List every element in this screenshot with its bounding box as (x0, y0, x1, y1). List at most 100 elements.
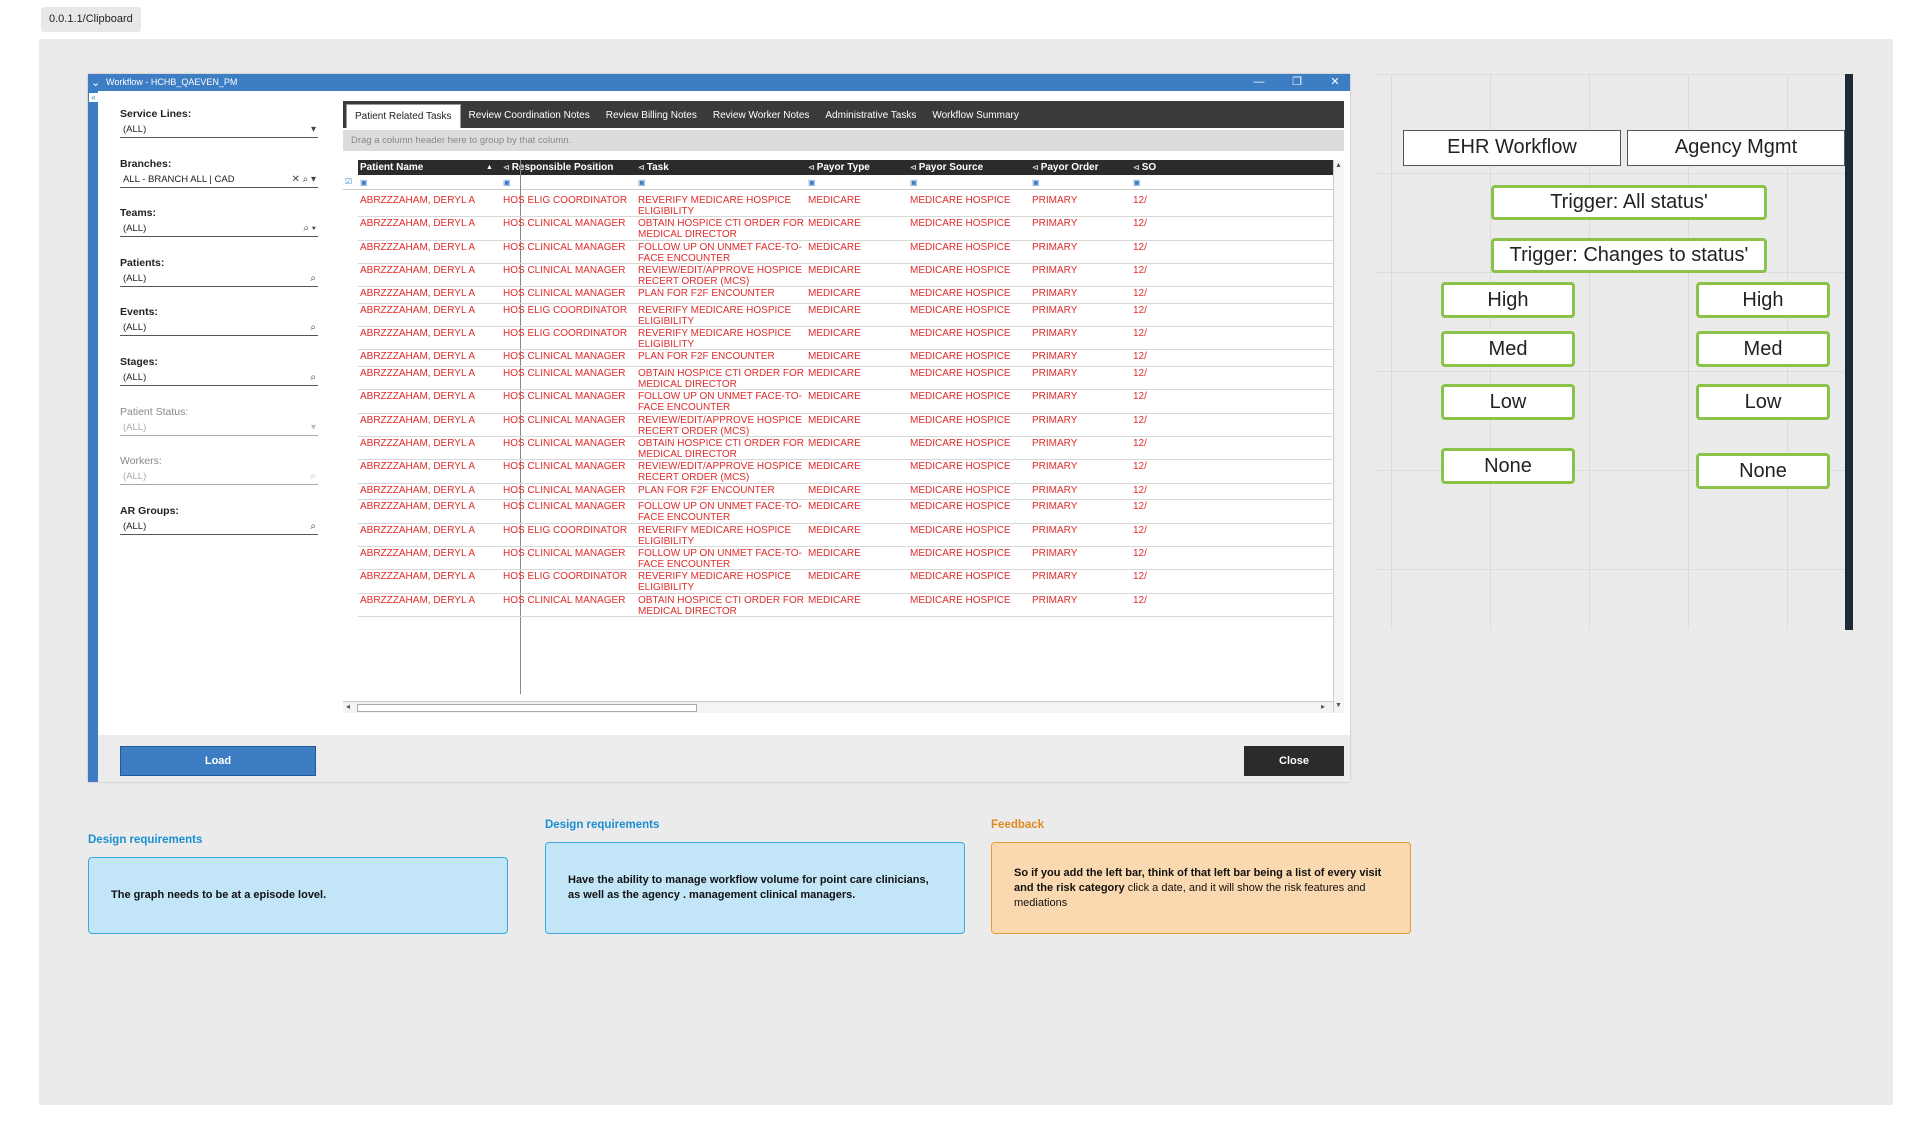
left-med-box[interactable]: Med (1441, 331, 1575, 367)
right-none-box[interactable]: None (1696, 453, 1830, 489)
table-cell: ABRZZZAHAM, DERYL A (360, 218, 476, 230)
pin-icon[interactable]: ⊲ (910, 163, 917, 172)
table-row[interactable]: ABRZZZAHAM, DERYL A HOS ELIG COORDINATOR R… (358, 194, 1333, 218)
column-filter-icon[interactable]: ▣ (638, 178, 646, 187)
load-button[interactable]: Load (120, 746, 316, 776)
filter-label: Branches: (120, 157, 172, 170)
table-cell: PRIMARY (1032, 351, 1078, 363)
column-header[interactable]: ⊲ Payor Order (1032, 160, 1099, 175)
minimize-button[interactable]: — (1250, 74, 1268, 91)
table-row[interactable]: ABRZZZAHAM, DERYL A HOS CLINICAL MANAGER P… (358, 484, 1333, 501)
scroll-right-icon[interactable]: ▸ (1321, 702, 1325, 711)
sort-ascending-icon[interactable]: ▲ (486, 160, 493, 175)
tab-4[interactable]: Administrative Tasks (817, 104, 924, 128)
left-none-box[interactable]: None (1441, 448, 1575, 484)
filter-tools-icon[interactable]: ⌕ (310, 271, 316, 287)
column-filter-icon[interactable]: ▣ (360, 178, 368, 187)
horizontal-scrollbar[interactable]: ◂ ▸ (343, 701, 1333, 713)
table-row[interactable]: ABRZZZAHAM, DERYL A HOS CLINICAL MANAGER O… (358, 367, 1333, 391)
table-row[interactable]: ABRZZZAHAM, DERYL A HOS CLINICAL MANAGER O… (358, 437, 1333, 461)
table-row[interactable]: ABRZZZAHAM, DERYL A HOS CLINICAL MANAGER O… (358, 594, 1333, 617)
table-row[interactable]: ABRZZZAHAM, DERYL A HOS CLINICAL MANAGER P… (358, 350, 1333, 368)
filter-tools-icon[interactable]: ⌕ (310, 320, 316, 336)
tab-5[interactable]: Workflow Summary (924, 104, 1027, 128)
tab-2[interactable]: Review Billing Notes (598, 104, 705, 128)
tab-0[interactable]: Patient Related Tasks (346, 104, 461, 128)
filter-tools-icon[interactable]: ⌕ (310, 519, 316, 535)
column-header[interactable]: ⊲ Task (638, 160, 669, 175)
right-low-box[interactable]: Low (1696, 384, 1830, 420)
scroll-left-icon[interactable]: ◂ (346, 702, 350, 711)
right-med-box[interactable]: Med (1696, 331, 1830, 367)
filter-tools-icon[interactable]: ✕ ⌕ ▾ (291, 172, 316, 188)
column-filter-icon[interactable]: ▣ (1032, 178, 1040, 187)
window-close-button[interactable]: ✕ (1326, 74, 1344, 91)
pin-icon[interactable]: ⊲ (503, 163, 510, 172)
filter-field[interactable]: (ALL) ⌕ ▾ (120, 221, 318, 238)
left-low-box[interactable]: Low (1441, 384, 1575, 420)
sticky-note-1[interactable]: The graph needs to be at a episode lovel… (88, 857, 508, 934)
table-row[interactable]: ABRZZZAHAM, DERYL A HOS CLINICAL MANAGER P… (358, 287, 1333, 304)
filter-field[interactable]: (ALL) ⌕ (120, 271, 318, 287)
table-row[interactable]: ABRZZZAHAM, DERYL A HOS ELIG COORDINATOR R… (358, 524, 1333, 547)
restore-button[interactable]: ❐ (1288, 74, 1306, 91)
filter-tools-icon[interactable]: ⌕ ▾ (303, 221, 316, 237)
filter-field[interactable]: (ALL) ⌕ (120, 320, 318, 337)
agency-mgmt-box[interactable]: Agency Mgmt (1627, 130, 1845, 166)
tab-3[interactable]: Review Worker Notes (705, 104, 818, 128)
sticky-note-2[interactable]: Have the ability to manage workflow volu… (545, 842, 965, 934)
table-row[interactable]: ABRZZZAHAM, DERYL A HOS ELIG COORDINATOR R… (358, 327, 1333, 351)
table-row[interactable]: ABRZZZAHAM, DERYL A HOS CLINICAL MANAGER F… (358, 500, 1333, 524)
frame-label[interactable]: 0.0.1.1/Clipboard (41, 7, 141, 32)
column-header[interactable]: ⊲ Payor Source (910, 160, 983, 175)
table-row[interactable]: ABRZZZAHAM, DERYL A HOS CLINICAL MANAGER R… (358, 460, 1333, 484)
scroll-down-icon[interactable]: ▼ (1335, 702, 1342, 709)
table-row[interactable]: ABRZZZAHAM, DERYL A HOS CLINICAL MANAGER F… (358, 241, 1333, 264)
column-filter-icon[interactable]: ▣ (910, 178, 918, 187)
pin-icon[interactable]: ⊲ (808, 163, 815, 172)
left-high-box[interactable]: High (1441, 282, 1575, 318)
scroll-thumb[interactable] (357, 704, 697, 712)
filter-field[interactable]: (ALL) ⌕ (120, 519, 318, 535)
vertical-scrollbar[interactable]: ▲ ▼ (1333, 160, 1344, 713)
filter-row-toggle-icon[interactable]: ☑ (345, 177, 352, 186)
group-by-hint[interactable]: Drag a column header here to group by th… (343, 130, 1344, 151)
table-row[interactable]: ABRZZZAHAM, DERYL A HOS CLINICAL MANAGER O… (358, 217, 1333, 241)
filter-tools-icon[interactable]: ▾ (311, 122, 316, 138)
table-row[interactable]: ABRZZZAHAM, DERYL A HOS CLINICAL MANAGER F… (358, 547, 1333, 571)
table-row[interactable]: ABRZZZAHAM, DERYL A HOS ELIG COORDINATOR R… (358, 570, 1333, 594)
right-high-box[interactable]: High (1696, 282, 1830, 318)
tab-1[interactable]: Review Coordination Notes (461, 104, 598, 128)
pin-icon[interactable]: ⊲ (638, 163, 645, 172)
filter-field[interactable]: (ALL) ▾ (120, 122, 318, 138)
trigger-changes-status-box[interactable]: Trigger: Changes to status' (1491, 238, 1767, 273)
table-cell: MEDICARE HOSPICE (910, 304, 1011, 316)
collapse-panel-icon[interactable]: « (89, 93, 98, 102)
column-filter-icon[interactable]: ▣ (1133, 178, 1141, 187)
table-row[interactable]: ABRZZZAHAM, DERYL A HOS CLINICAL MANAGER R… (358, 264, 1333, 288)
table-row[interactable]: ABRZZZAHAM, DERYL A HOS CLINICAL MANAGER F… (358, 390, 1333, 414)
task-grid: Patient Name ⊲ Responsible Position ⊲ Task ⊲ P… (343, 160, 1344, 713)
column-header[interactable]: ⊲ Payor Type (808, 160, 870, 175)
sticky-note-3[interactable]: So if you add the left bar, think of tha… (991, 842, 1411, 934)
table-cell: OBTAIN HOSPICE CTI ORDER FOR MEDICAL DIR… (638, 368, 804, 391)
filter-tools-icon[interactable]: ⌕ (310, 469, 316, 485)
table-row[interactable]: ABRZZZAHAM, DERYL A HOS CLINICAL MANAGER R… (358, 414, 1333, 438)
filter-field[interactable]: (ALL) ⌕ (120, 370, 318, 386)
column-header[interactable]: ⊲ SO (1133, 160, 1156, 175)
filter-tools-icon[interactable]: ⌕ (310, 370, 316, 386)
column-header[interactable]: Patient Name (360, 160, 423, 175)
table-cell: 12/ (1133, 484, 1147, 496)
pin-icon[interactable]: ⊲ (1133, 163, 1140, 172)
column-filter-icon[interactable]: ▣ (503, 178, 511, 187)
table-row[interactable]: ABRZZZAHAM, DERYL A HOS ELIG COORDINATOR R… (358, 304, 1333, 328)
pin-icon[interactable]: ⊲ (1032, 163, 1039, 172)
filter-tools-icon[interactable]: ▾ (311, 420, 316, 436)
filter-field[interactable]: ALL - BRANCH ALL | CAD ✕ ⌕ ▾ (120, 172, 318, 188)
trigger-all-status-box[interactable]: Trigger: All status' (1491, 185, 1767, 220)
close-button[interactable]: Close (1244, 746, 1344, 776)
table-cell: MEDICARE HOSPICE (910, 547, 1011, 559)
column-filter-icon[interactable]: ▣ (808, 178, 816, 187)
ehr-workflow-box[interactable]: EHR Workflow (1403, 130, 1621, 166)
scroll-up-icon[interactable]: ▲ (1335, 162, 1342, 169)
